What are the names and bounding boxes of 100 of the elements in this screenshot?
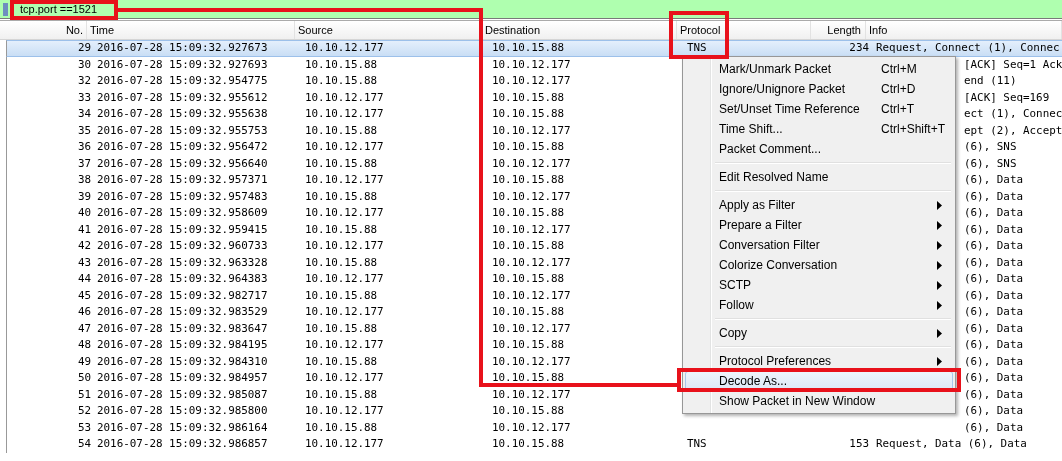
table-cell-text: 10.10.15.88 xyxy=(491,205,566,221)
table-cell-text: 10.10.15.88 xyxy=(304,419,379,436)
table-cell-text: 50 xyxy=(76,370,92,386)
column-header[interactable]: Protocol xyxy=(677,21,811,39)
column-header[interactable]: Info xyxy=(866,21,1062,39)
table-cell-text: 2016-07-28 15:09:32.960733 xyxy=(96,238,269,254)
table-cell: (6), Data xyxy=(964,255,1023,269)
packet-row[interactable]: 53 2016-07-28 15:09:32.986164 10.10.15.88 10.10.12.177 (6), Data xyxy=(6,419,1062,436)
table-cell: (6), Data xyxy=(964,272,1023,285)
bookmark-icon[interactable] xyxy=(3,2,8,16)
table-cell-text: 2016-07-28 15:09:32.959415 xyxy=(96,221,269,238)
table-cell-text: 33 xyxy=(76,89,92,106)
table-cell-text: 2016-07-28 15:09:32.956472 xyxy=(96,139,269,155)
table-cell-text: 10.10.15.88 xyxy=(304,73,379,89)
table-cell: TNS xyxy=(687,437,707,450)
table-cell-text: 43 xyxy=(76,254,92,271)
column-header[interactable]: Source xyxy=(295,21,482,39)
table-cell-text: 2016-07-28 15:09:32.963328 xyxy=(96,254,269,271)
table-cell-text: 48 xyxy=(76,337,92,353)
table-cell-text: 10.10.15.88 xyxy=(304,188,379,205)
table-cell: (6), Data xyxy=(964,288,1023,302)
table-cell-text: 10.10.12.177 xyxy=(304,370,385,386)
column-header[interactable]: Destination xyxy=(482,21,677,39)
table-cell-text: 10.10.15.88 xyxy=(304,221,379,238)
table-cell-text: 10.10.12.177 xyxy=(491,188,572,205)
table-cell-text: 45 xyxy=(76,287,92,304)
table-cell-text: 41 xyxy=(76,221,92,238)
table-cell-text: 35 xyxy=(76,122,92,139)
table-cell: (6), Data xyxy=(964,338,1023,351)
table-cell-text: 2016-07-28 15:09:32.985087 xyxy=(96,386,269,403)
table-cell-text: 47 xyxy=(76,320,92,337)
table-cell-text: 10.10.15.88 xyxy=(304,320,379,337)
table-cell-text: 2016-07-28 15:09:32.955612 xyxy=(96,89,269,106)
table-cell: (6), Data xyxy=(964,371,1023,384)
table-cell: (6), Data xyxy=(964,321,1023,335)
table-cell: 234 xyxy=(849,41,869,54)
table-cell-text: 34 xyxy=(76,106,92,122)
table-cell-text: 42 xyxy=(76,238,92,254)
table-cell: ect (1), Connec xyxy=(964,107,1062,120)
table-cell: (6), Data xyxy=(964,420,1023,434)
table-cell-text: 10.10.15.88 xyxy=(304,254,379,271)
table-cell: [ACK] Seq=1 Ack xyxy=(964,57,1062,71)
table-cell: (6), Data xyxy=(964,404,1023,417)
table-cell-text: 37 xyxy=(76,155,92,172)
table-cell-text: 10.10.12.177 xyxy=(304,205,385,221)
packet-row[interactable]: 54 2016-07-28 15:09:32.986857 10.10.12.177 10.10.15.88 TNS 153 Request, Data (6), Data xyxy=(6,436,1062,453)
table-cell-text: 10.10.12.177 xyxy=(491,56,572,73)
table-cell: (6), Data xyxy=(964,239,1023,252)
table-cell: (6), SNS xyxy=(964,140,1017,153)
table-cell-text: 49 xyxy=(76,353,92,370)
menu-item[interactable]: Conversation Filter xyxy=(685,235,953,255)
table-cell-text: 10.10.12.177 xyxy=(491,287,572,304)
table-cell-text: 10.10.15.88 xyxy=(491,370,566,386)
table-cell-text: 2016-07-28 15:09:32.964383 xyxy=(96,271,269,287)
table-cell: (6), Data xyxy=(964,387,1023,401)
table-cell-text: 39 xyxy=(76,188,92,205)
table-cell-text: 29 xyxy=(76,41,92,56)
table-cell-text: 2016-07-28 15:09:32.955753 xyxy=(96,122,269,139)
table-cell-text: 10.10.12.177 xyxy=(304,436,385,452)
table-cell-text: 10.10.15.88 xyxy=(491,337,566,353)
table-cell: (6), Data xyxy=(964,305,1023,318)
table-cell: ept (2), Accept xyxy=(964,123,1062,137)
table-cell-text: 10.10.15.88 xyxy=(304,353,379,370)
table-cell-text: 2016-07-28 15:09:32.984957 xyxy=(96,370,269,386)
column-header[interactable]: No. xyxy=(0,21,87,39)
table-cell: TNS xyxy=(687,41,707,54)
table-cell-text: 10.10.12.177 xyxy=(491,155,572,172)
table-cell-text: 2016-07-28 15:09:32.955638 xyxy=(96,106,269,122)
table-cell-text: 10.10.15.88 xyxy=(491,436,566,452)
column-header[interactable]: Length xyxy=(811,21,866,39)
table-cell-text: 2016-07-28 15:09:32.958609 xyxy=(96,205,269,221)
table-cell-text: 53 xyxy=(76,419,92,436)
table-cell: (6), Data xyxy=(964,222,1023,236)
table-cell-text: 10.10.12.177 xyxy=(491,419,572,436)
highlight-box xyxy=(669,11,729,59)
table-cell: [ACK] Seq=169 xyxy=(964,90,1050,104)
table-cell-text: 2016-07-28 15:09:32.985800 xyxy=(96,403,269,419)
table-cell-text: 2016-07-28 15:09:32.982717 xyxy=(96,287,269,304)
table-cell-text: 2016-07-28 15:09:32.927673 xyxy=(96,41,269,56)
table-cell: (6), Data xyxy=(964,189,1023,203)
packet-row[interactable]: 29 2016-07-28 15:09:32.927673 10.10.12.177 10.10.15.88 TNS 234 Request, Connect (1), Connec xyxy=(6,40,1062,57)
table-cell-text: 52 xyxy=(76,403,92,419)
table-cell-text: 30 xyxy=(76,56,92,73)
table-cell: (6), Data xyxy=(964,354,1023,368)
table-cell-text: 51 xyxy=(76,386,92,403)
table-cell-text: 10.10.12.177 xyxy=(491,122,572,139)
table-cell-text: 2016-07-28 15:09:32.983647 xyxy=(96,320,269,337)
table-cell-text: 2016-07-28 15:09:32.986857 xyxy=(96,436,269,452)
table-cell-text: 10.10.12.177 xyxy=(304,89,385,106)
table-cell-text: 10.10.12.177 xyxy=(304,403,385,419)
table-cell-text: 10.10.15.88 xyxy=(304,386,379,403)
table-cell-text: 2016-07-28 15:09:32.984310 xyxy=(96,353,269,370)
column-header[interactable]: Time xyxy=(87,21,295,39)
table-cell-text: 10.10.12.177 xyxy=(304,304,385,320)
table-cell-text: 10.10.15.88 xyxy=(491,238,566,254)
menu-item[interactable]: Protocol Preferences xyxy=(685,351,953,371)
table-cell-text: 10.10.15.88 xyxy=(491,41,566,56)
table-cell-text: 10.10.12.177 xyxy=(491,254,572,271)
table-cell: (6), Data xyxy=(964,173,1023,186)
table-cell-text: 46 xyxy=(76,304,92,320)
